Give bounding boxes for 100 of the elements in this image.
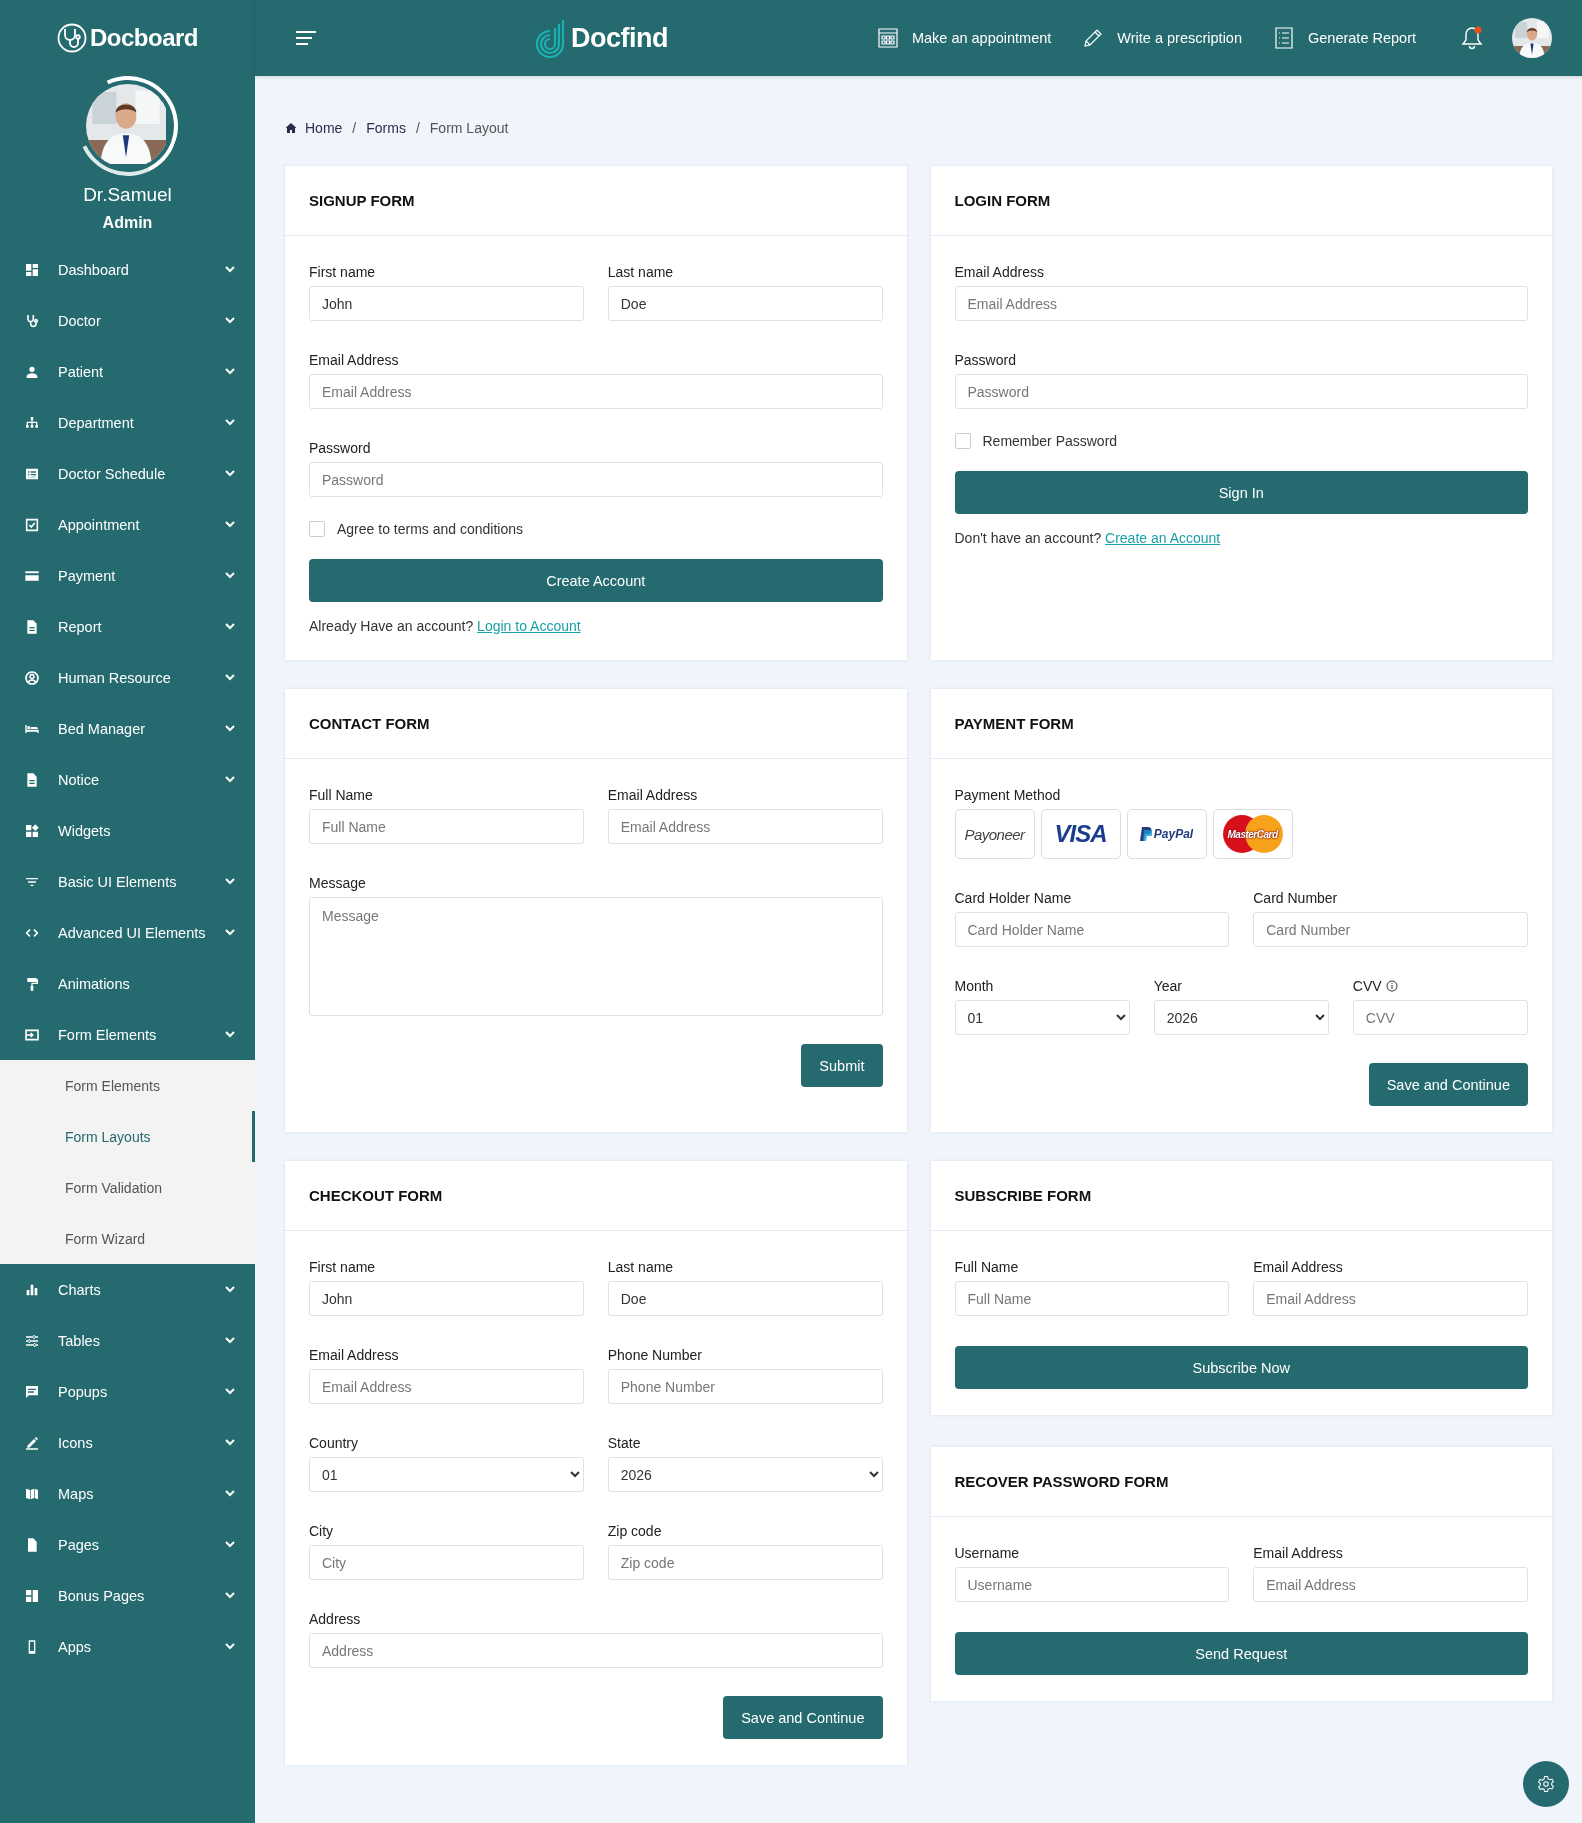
text-area[interactable]: Message (309, 897, 883, 1016)
text-field[interactable]: Card Number (1253, 912, 1528, 947)
sidebar-item[interactable]: Notice (0, 754, 255, 805)
menu-icon[interactable] (295, 30, 317, 46)
sidebar-item[interactable]: Patient (0, 346, 255, 397)
field-label: City (309, 1522, 334, 1540)
checkbox[interactable] (309, 521, 325, 537)
account-prompt-text: Don't have an account? Create an Account (954, 530, 1222, 546)
widgets-icon (24, 822, 40, 839)
sidebar-item[interactable]: Pages (0, 1519, 255, 1570)
sidebar-item[interactable]: Tables (0, 1315, 255, 1366)
text-field[interactable]: Card Holder Name (954, 912, 1230, 947)
account-link[interactable]: Create an Account (1105, 530, 1221, 546)
sidebar-item[interactable]: Animations (0, 958, 255, 1009)
text-field[interactable]: CVV (1352, 1000, 1528, 1035)
text-field[interactable]: Zip code (607, 1545, 883, 1580)
sidebar-item[interactable]: Icons (0, 1417, 255, 1468)
text-field[interactable]: Password (309, 462, 883, 497)
text-field[interactable]: Email Address (309, 374, 883, 409)
text-field[interactable]: Email Address (1253, 1567, 1528, 1602)
text-field[interactable]: Email Address (954, 286, 1528, 321)
caret-icon (225, 317, 235, 324)
sidebar-item[interactable]: Maps (0, 1468, 255, 1519)
sidebar-item[interactable]: Charts (0, 1264, 255, 1315)
checkbox-label: Agree to terms and conditions (337, 521, 523, 537)
submenu-item[interactable]: Form Validation (0, 1162, 255, 1213)
submenu-item[interactable]: Form Elements (0, 1060, 255, 1111)
submit-button[interactable]: Create Account (309, 559, 883, 602)
text-field[interactable]: Email Address (1253, 1281, 1528, 1316)
payment-method-option[interactable]: PayPal (1126, 809, 1207, 859)
submit-button[interactable]: Sign In (954, 471, 1528, 514)
letter-d-logo-icon (535, 18, 567, 58)
sidebar-item[interactable]: Payment (0, 550, 255, 601)
breadcrumb-link[interactable]: Form Layout (429, 120, 509, 136)
sidebar-item[interactable]: Doctor Schedule (0, 448, 255, 499)
sidebar-item[interactable]: Doctor (0, 295, 255, 346)
text-field[interactable]: Doe (607, 286, 883, 321)
field-label: Email Address (309, 351, 399, 369)
caret-icon (225, 674, 235, 681)
sidebar-item[interactable]: Bed Manager (0, 703, 255, 754)
dropdown[interactable]: 2026 (1153, 1000, 1329, 1035)
sidebar-item[interactable]: Dashboard (0, 244, 255, 295)
text-field[interactable]: Email Address (309, 1369, 584, 1404)
text-field[interactable]: Full Name (954, 1281, 1230, 1316)
sidebar-item[interactable]: Advanced UI Elements (0, 907, 255, 958)
payment-method-option[interactable]: VISA (1040, 809, 1121, 859)
chat-icon (24, 1383, 40, 1400)
brand-logo[interactable]: Docboard (0, 0, 255, 76)
text-field[interactable]: Phone Number (607, 1369, 883, 1404)
sidebar-item[interactable]: Form Elements (0, 1009, 255, 1060)
breadcrumb-link[interactable]: Forms (366, 120, 406, 136)
toolbar-link[interactable]: Generate Report (1272, 26, 1416, 50)
text-field[interactable]: John (309, 286, 584, 321)
sidebar-item[interactable]: Popups (0, 1366, 255, 1417)
field-label: Email Address (1253, 1258, 1343, 1276)
dashboard-icon (24, 261, 40, 278)
toolbar-link[interactable]: Make an appointment (875, 26, 1052, 50)
card-title: RECOVER PASSWORD FORM (954, 1473, 1169, 1490)
app-logo[interactable]: Docfind (535, 18, 668, 58)
text-field[interactable]: Doe (607, 1281, 883, 1316)
stethoscope-icon (24, 312, 40, 329)
sidebar-item[interactable]: Basic UI Elements (0, 856, 255, 907)
text-field[interactable]: Password (954, 374, 1528, 409)
payment-method-option[interactable]: Payoneer (954, 809, 1035, 859)
sidebar-item[interactable]: Appointment (0, 499, 255, 550)
dropdown[interactable]: 01 (954, 1000, 1130, 1035)
text-field[interactable]: City (309, 1545, 584, 1580)
text-field[interactable]: Full Name (309, 809, 584, 844)
checkbox[interactable] (954, 433, 971, 449)
sidebar-item[interactable]: Report (0, 601, 255, 652)
sidebar-item[interactable]: Widgets (0, 805, 255, 856)
caret-icon (225, 878, 235, 885)
sidebar-item[interactable]: Human Resource (0, 652, 255, 703)
breadcrumb-separator: / (352, 120, 357, 136)
settings-button[interactable] (1523, 1761, 1569, 1807)
submit-button[interactable]: Save and Continue (1368, 1063, 1528, 1106)
sidebar-item[interactable]: Bonus Pages (0, 1570, 255, 1621)
dashboard-icon (24, 1587, 40, 1604)
field-label: CVV (1352, 977, 1382, 995)
submenu-item[interactable]: Form Wizard (0, 1213, 255, 1264)
breadcrumb-link[interactable]: Home (305, 120, 343, 136)
notification-bell-icon[interactable] (1460, 25, 1484, 51)
sidebar-item[interactable]: Department (0, 397, 255, 448)
submenu-item[interactable]: Form Layouts (0, 1111, 255, 1162)
text-field[interactable]: Username (954, 1567, 1230, 1602)
submit-button[interactable]: Subscribe Now (954, 1346, 1528, 1389)
dropdown[interactable]: 01 (309, 1457, 584, 1492)
text-field[interactable]: Address (309, 1633, 883, 1668)
text-field[interactable]: John (309, 1281, 584, 1316)
dropdown[interactable]: 2026 (607, 1457, 883, 1492)
submit-button[interactable]: Submit (801, 1044, 883, 1087)
text-field[interactable]: Email Address (607, 809, 883, 844)
account-link[interactable]: Login to Account (477, 618, 581, 634)
breadcrumb-separator: / (415, 120, 420, 136)
field-label: Password (309, 439, 371, 457)
submit-button[interactable]: Send Request (954, 1632, 1528, 1675)
caret-icon (225, 521, 235, 528)
submit-button[interactable]: Save and Continue (723, 1696, 883, 1739)
toolbar-link[interactable]: Write a prescription (1081, 26, 1242, 50)
sidebar-item[interactable]: Apps (0, 1621, 255, 1672)
